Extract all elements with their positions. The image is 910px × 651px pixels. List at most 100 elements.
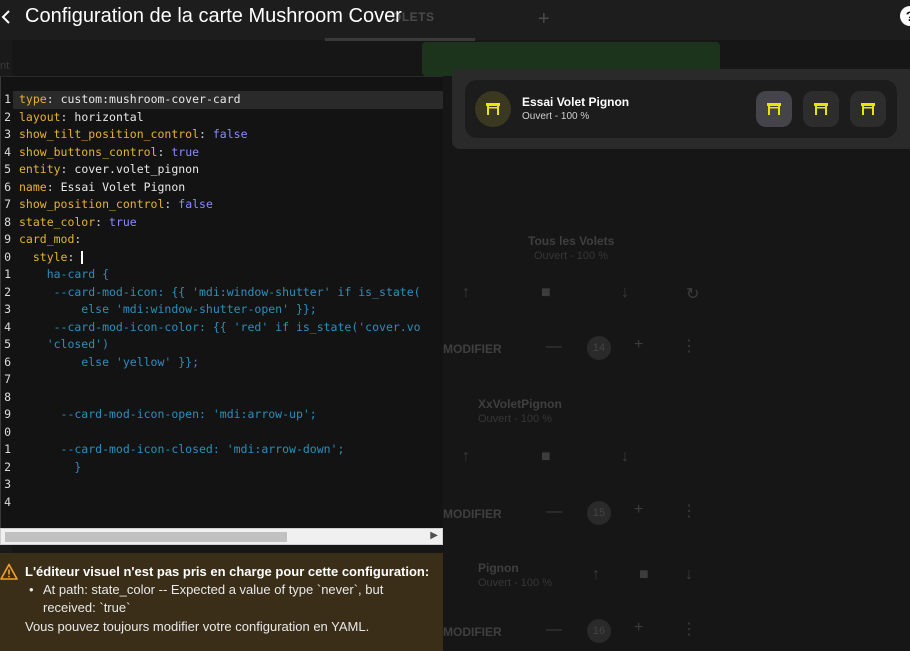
line-number: 2 — [4, 284, 11, 299]
yaml-key: show_tilt_position_control — [19, 127, 200, 141]
yaml-key: show_buttons_control — [19, 144, 158, 159]
stop-cover-button[interactable] — [803, 91, 839, 127]
background-add-icon: + — [538, 8, 550, 30]
code-line[interactable] — [19, 371, 443, 389]
yaml-value: cover.volet_pignon — [74, 162, 200, 176]
yaml-key: entity — [19, 162, 61, 176]
line-number: 2 — [4, 459, 11, 474]
code-line[interactable]: --card-mod-icon: {{ 'mdi:window-shutter'… — [19, 284, 443, 302]
horizontal-scrollbar[interactable]: ▶ — [0, 528, 443, 545]
background-up-icon: ↑ — [462, 284, 470, 301]
yaml-separator: : — [67, 249, 82, 264]
line-number: 3 — [4, 127, 11, 141]
code-line[interactable]: } — [19, 459, 443, 477]
background-row-label: MODIFIER — [443, 625, 502, 639]
code-line[interactable]: type: custom:mushroom-cover-card — [13, 91, 443, 109]
background-row-state: Ouvert - 100 % — [534, 250, 608, 262]
open-cover-button[interactable] — [756, 91, 792, 127]
window-shutter-icon — [814, 103, 828, 115]
yaml-separator: : — [46, 92, 61, 106]
background-stop-icon: ■ — [541, 448, 551, 465]
warning-footer: Vous pouvez toujours modifier votre conf… — [25, 619, 370, 634]
yaml-value: Essai Volet Pignon — [60, 179, 186, 194]
background-plus-icon: + — [634, 501, 644, 518]
line-number: 8 — [4, 214, 11, 229]
text-cursor — [81, 250, 84, 264]
scrollbar-thumb[interactable] — [5, 532, 287, 542]
code-line[interactable] — [19, 476, 443, 494]
line-number: 0 — [4, 424, 11, 439]
line-number: 4 — [4, 144, 11, 159]
yaml-text: 'closed') — [19, 337, 110, 351]
background-row-name: XxVoletPignon — [478, 397, 562, 411]
code-line[interactable] — [19, 389, 443, 407]
line-number: 8 — [4, 389, 11, 404]
code-content[interactable]: type: custom:mushroom-cover-card layout: … — [13, 91, 443, 512]
background-count-badge: 14 — [587, 336, 611, 360]
code-line[interactable]: card_mod: — [19, 231, 443, 249]
background-stop-icon: ■ — [541, 284, 551, 301]
background-sidebar-label: nt — [0, 60, 10, 72]
code-line[interactable]: 'closed') — [19, 336, 443, 354]
yaml-separator: : — [60, 109, 75, 124]
background-row-label: MODIFIER — [443, 507, 502, 521]
yaml-value: true — [109, 214, 137, 229]
background-more-icon: ⋮ — [681, 621, 697, 638]
code-line[interactable]: state_color: true — [19, 214, 443, 232]
line-number: 6 — [4, 354, 11, 369]
code-line[interactable]: layout: horizontal — [19, 109, 443, 127]
background-tab-indicator — [325, 38, 475, 41]
warning-item: At path: state_color -- Expected a value… — [25, 581, 425, 617]
code-line[interactable]: ha-card { — [19, 266, 443, 284]
yaml-key: show_position_control — [19, 197, 165, 211]
background-down-icon: ↓ — [621, 284, 629, 301]
line-number: 1 — [4, 267, 11, 281]
background-row-name: Tous les Volets — [528, 234, 615, 248]
line-number-gutter: 1 2 3 4 5 6 7 8 9 0 1 2 3 4 5 6 7 8 9 0 1 2 3 4 — [1, 91, 13, 511]
line-number: 9 — [4, 407, 11, 421]
code-line[interactable]: --card-mod-icon-closed: 'mdi:arrow-down'… — [19, 441, 443, 459]
warning-title: L'éditeur visuel n'est pas pris en charg… — [25, 564, 430, 579]
yaml-separator: : — [74, 232, 82, 246]
code-line[interactable]: --card-mod-icon-color: {{ 'red' if is_st… — [19, 319, 443, 337]
window-shutter-open-icon[interactable] — [475, 91, 511, 127]
yaml-separator: : — [95, 214, 110, 229]
yaml-separator: : — [199, 127, 213, 141]
background-minus-icon: — — [546, 338, 562, 355]
yaml-code-editor[interactable]: 1 2 3 4 5 6 7 8 9 0 1 2 3 4 5 6 7 8 9 0 1 2 3 4 type: custom:mu… — [0, 76, 443, 528]
yaml-separator: : — [164, 197, 179, 211]
arrow-left-icon — [1, 10, 10, 24]
code-line[interactable]: else 'yellow' }}; — [19, 354, 443, 372]
code-line[interactable]: entity: cover.volet_pignon — [19, 161, 443, 179]
code-line[interactable]: else 'mdi:window-shutter-open' }}; — [19, 301, 443, 319]
line-number: 4 — [4, 319, 11, 334]
warning-alert: L'éditeur visuel n'est pas pris en charg… — [0, 553, 443, 651]
background-row-label: MODIFIER — [443, 342, 502, 356]
yaml-key: style — [19, 249, 68, 264]
background-down-icon: ↓ — [685, 566, 693, 583]
code-line[interactable]: --card-mod-icon-open: 'mdi:arrow-up'; — [19, 406, 443, 424]
yaml-value: horizontal — [74, 109, 144, 124]
yaml-text: else 'yellow' }}; — [19, 354, 200, 369]
yaml-text: } — [19, 459, 82, 474]
code-line[interactable]: show_buttons_control: true — [19, 144, 443, 162]
code-line[interactable]: show_tilt_position_control: false — [19, 126, 443, 144]
line-number: 3 — [4, 302, 11, 316]
code-line[interactable]: name: Essai Volet Pignon — [19, 179, 443, 197]
yaml-text: else 'mdi:window-shutter-open' }}; — [19, 302, 317, 316]
yaml-key: card_mod — [19, 232, 75, 246]
line-number: 6 — [4, 179, 11, 194]
line-number: 9 — [4, 232, 11, 246]
background-row-state: Ouvert - 100 % — [478, 577, 552, 589]
background-up-icon: ↑ — [462, 448, 470, 465]
code-line[interactable]: show_position_control: false — [19, 196, 443, 214]
scroll-right-icon[interactable]: ▶ — [430, 530, 438, 541]
code-line[interactable] — [19, 424, 443, 442]
close-cover-button[interactable] — [850, 91, 886, 127]
background-count-badge: 15 — [587, 501, 611, 525]
back-button[interactable] — [0, 7, 14, 27]
yaml-text: --card-mod-icon-open: 'mdi:arrow-up'; — [19, 407, 317, 421]
code-line[interactable]: style: — [19, 249, 443, 267]
code-line[interactable] — [19, 494, 443, 512]
background-stop-icon: ■ — [639, 566, 649, 583]
